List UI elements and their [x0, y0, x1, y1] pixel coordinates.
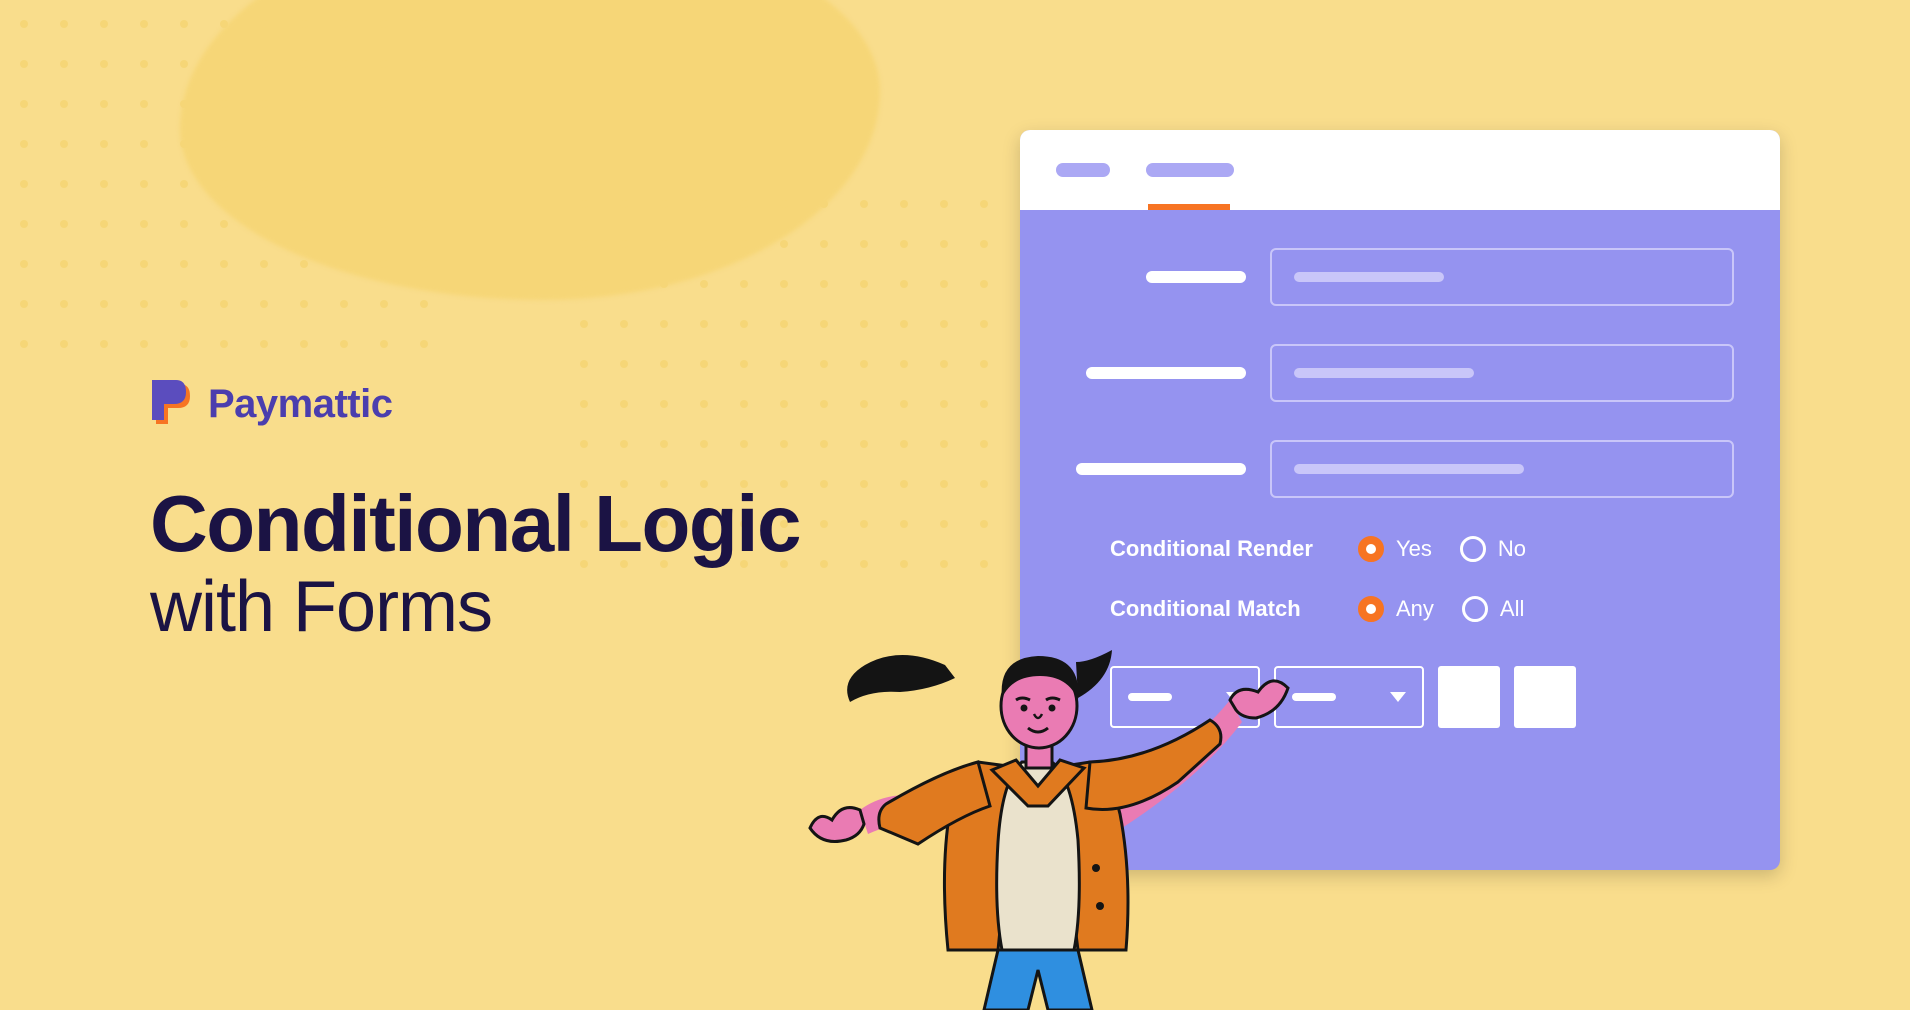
window-tabbar: [1020, 130, 1780, 210]
headline-line1: Conditional Logic: [150, 482, 800, 566]
logo: Paymattic: [150, 380, 800, 428]
render-label: Conditional Render: [1110, 536, 1330, 562]
field-row: [1066, 248, 1734, 306]
render-option-row: Conditional Render Yes No: [1066, 536, 1734, 562]
paymattic-logo-icon: [150, 380, 194, 428]
hero-copy: Paymattic Conditional Logic with Forms: [150, 380, 800, 648]
tab-placeholder-active: [1146, 163, 1234, 177]
person-illustration: [790, 610, 1290, 1010]
radio-selected-icon: [1358, 536, 1384, 562]
condition-action-button[interactable]: [1438, 666, 1500, 728]
radio-icon: [1462, 596, 1488, 622]
render-radio-yes[interactable]: Yes: [1358, 536, 1432, 562]
chevron-down-icon: [1390, 692, 1406, 702]
radio-label: All: [1500, 596, 1524, 622]
render-radio-no[interactable]: No: [1460, 536, 1526, 562]
radio-label: Any: [1396, 596, 1434, 622]
label-skeleton: [1076, 463, 1246, 475]
brand-name: Paymattic: [208, 382, 392, 427]
value-skeleton: [1294, 272, 1444, 282]
field-row: [1066, 440, 1734, 498]
label-skeleton: [1086, 367, 1246, 379]
value-skeleton: [1294, 368, 1474, 378]
decorative-blob: [180, 0, 880, 300]
select-placeholder: [1292, 693, 1336, 701]
radio-selected-icon: [1358, 596, 1384, 622]
condition-operator-select[interactable]: [1274, 666, 1424, 728]
condition-action-button[interactable]: [1514, 666, 1576, 728]
tab-active-indicator: [1148, 204, 1230, 210]
text-field[interactable]: [1270, 440, 1734, 498]
headline-line2: with Forms: [150, 566, 800, 648]
radio-label: Yes: [1396, 536, 1432, 562]
field-row: [1066, 344, 1734, 402]
match-radio-all[interactable]: All: [1462, 596, 1524, 622]
radio-label: No: [1498, 536, 1526, 562]
tab-placeholder: [1056, 163, 1110, 177]
radio-icon: [1460, 536, 1486, 562]
text-field[interactable]: [1270, 344, 1734, 402]
label-skeleton: [1146, 271, 1246, 283]
value-skeleton: [1294, 464, 1524, 474]
match-radio-any[interactable]: Any: [1358, 596, 1434, 622]
text-field[interactable]: [1270, 248, 1734, 306]
